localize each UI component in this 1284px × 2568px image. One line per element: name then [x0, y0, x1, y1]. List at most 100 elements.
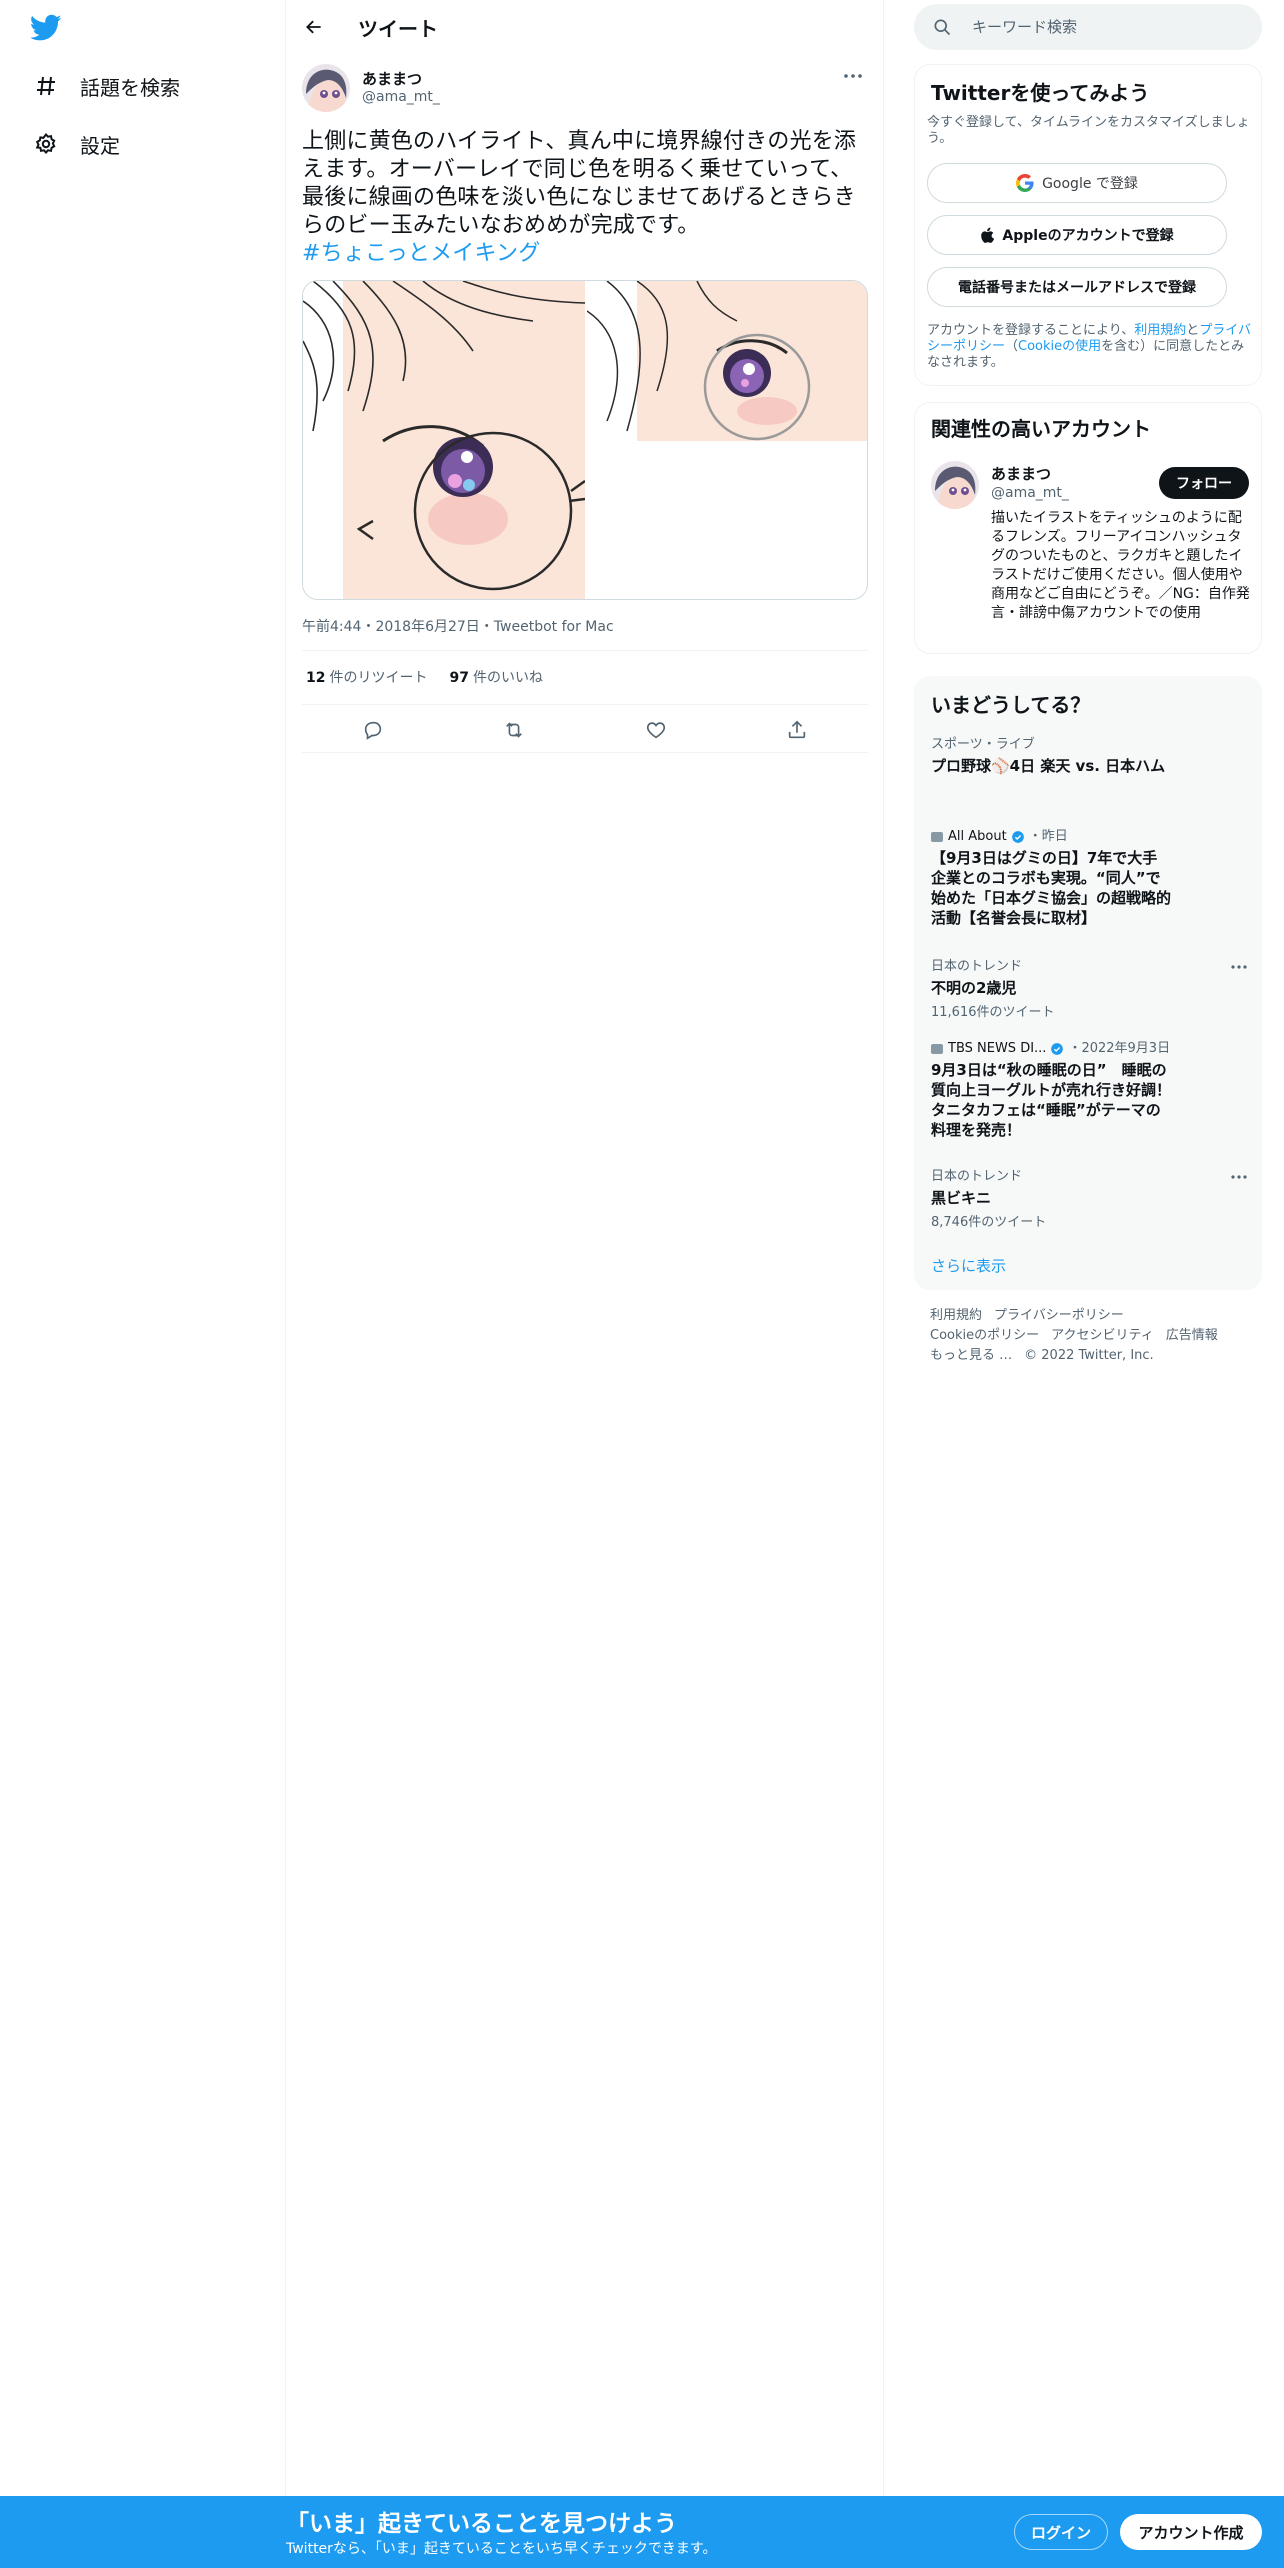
magnifier-icon [932, 17, 952, 41]
hashtag-icon [32, 72, 60, 100]
avatar[interactable] [931, 461, 979, 509]
trends-card-title: いまどうしてる？ [931, 693, 1091, 717]
login-button[interactable]: ログイン [1014, 2514, 1108, 2550]
divider [302, 650, 868, 651]
tweet-stats: 12 件のリツイート 97 件のいいね [306, 667, 543, 687]
heart-icon[interactable] [639, 713, 673, 747]
author-handle[interactable]: @ama_mt_ [362, 89, 440, 105]
news-source-icon [931, 832, 943, 842]
ellipsis-icon[interactable] [1227, 1169, 1251, 1185]
tweet-timestamp[interactable]: 午前4:44・2018年6月27日・Tweetbot for Mac [302, 616, 614, 636]
speech-bubble-icon[interactable] [356, 713, 390, 747]
trend-time: ・2022年9月3日 [1068, 1041, 1171, 1056]
footer-link-accessibility[interactable]: アクセシビリティ [1051, 1328, 1154, 1343]
verified-badge-icon [1011, 831, 1024, 843]
footer-link-more[interactable]: もっと見る … [930, 1348, 1012, 1363]
page-header: ツイート [286, 0, 884, 54]
gear-icon [32, 130, 60, 158]
likes-stat[interactable]: 97 件のいいね [449, 667, 542, 687]
trend-title: 【9月3日はグミの日】7年で大手企業とのコラボも実現。“同人”で始めた「日本グミ… [931, 849, 1172, 927]
cookie-link[interactable]: Cookieの使用 [1018, 339, 1101, 354]
banner-title: 「いま」起きていることを見つけよう [286, 2511, 677, 2537]
related-account-name[interactable]: あままつ [991, 463, 1051, 484]
related-accounts-card: 関連性の高いアカウント あままつ @ama_mt_ フォロー 描いたイラストをテ… [914, 402, 1262, 654]
footer-link-ads[interactable]: 広告情報 [1166, 1328, 1218, 1343]
footer-link-privacy[interactable]: プライバシーポリシー [994, 1308, 1124, 1323]
twitter-bird-icon[interactable] [29, 14, 66, 44]
trend-category: 日本のトレンド [931, 959, 1023, 974]
follow-button[interactable]: フォロー [1159, 467, 1249, 499]
terms-text: と [1186, 323, 1200, 338]
tweet-actions [302, 714, 868, 746]
back-button[interactable] [298, 11, 330, 43]
sidebar-item-settings[interactable]: 設定 [32, 124, 120, 164]
google-signup-button[interactable]: Google で登録 [927, 163, 1227, 203]
sidebar-item-label: 設定 [80, 133, 120, 158]
divider [302, 752, 868, 753]
footer: 利用規約 プライバシーポリシー Cookieのポリシー アクセシビリティ 広告情報 も… [930, 1306, 1250, 1366]
media-image-2[interactable] [587, 281, 867, 441]
trends-card: いまどうしてる？ スポーツ・ライブ プロ野球⚾4日 楽天 vs. 日本ハム Al… [914, 676, 1262, 1290]
related-card-title: 関連性の高いアカウント [931, 417, 1151, 441]
divider [302, 704, 868, 705]
share-icon[interactable] [780, 713, 814, 747]
trend-item[interactable]: All About ・昨日 【9月3日はグミの日】7年で大手企業とのコラボも実現。… [931, 829, 1171, 928]
hashtag-link[interactable]: #ちょこっとメイキング [302, 241, 540, 266]
tweet-text: 上側に黄色のハイライト、真ん中に境界線付きの光を添えます。オーバーレイで同じ色を… [302, 128, 872, 268]
trend-count: 8,746件のツイート [931, 1215, 1047, 1230]
google-g-icon [1016, 174, 1034, 192]
retweets-stat[interactable]: 12 件のリツイート [306, 667, 427, 687]
related-account-bio: 描いたイラストをティッシュのように配るフレンズ。フリーアイコンハッシュタグのつい… [991, 510, 1250, 621]
trend-title: 不明の2歳児 [931, 979, 1017, 997]
apple-icon [980, 227, 995, 244]
trend-item[interactable]: TBS NEWS DI... ・2022年9月3日 9月3日は“秋の睡眠の日” 睡… [931, 1041, 1187, 1140]
footer-link-terms[interactable]: 利用規約 [930, 1308, 982, 1323]
trend-category: 日本のトレンド [931, 1169, 1023, 1184]
signup-card-title: Twitterを使ってみよう [931, 81, 1150, 105]
ellipsis-icon[interactable] [839, 66, 867, 86]
trend-category: スポーツ・ライブ [931, 737, 1035, 752]
trend-source: All About ・昨日 [931, 829, 1171, 845]
trend-title: 黒ビキニ [931, 1189, 992, 1207]
google-signup-label: Google で登録 [1042, 176, 1138, 192]
trend-time: ・昨日 [1028, 829, 1068, 844]
related-account-handle[interactable]: @ama_mt_ [991, 485, 1069, 501]
trend-item[interactable]: 日本のトレンド 不明の2歳児 11,616件のツイート [931, 959, 1251, 1020]
sidebar-item-explore[interactable]: 話題を検索 [32, 66, 180, 106]
ellipsis-icon[interactable] [1227, 959, 1251, 975]
search-input[interactable] [970, 4, 1250, 50]
tweet-media [302, 280, 868, 600]
signup-card-subtitle: 今すぐ登録して、タイムラインをカスタマイズしましょう。 [927, 115, 1250, 146]
sidebar-item-label: 話題を検索 [80, 75, 180, 100]
media-image-1[interactable] [303, 281, 585, 599]
tweet-body: 上側に黄色のハイライト、真ん中に境界線付きの光を添えます。オーバーレイで同じ色を… [302, 129, 857, 238]
main-column: ツイート あままつ @ama_mt_ 上側に黄色のハイライト、真ん中に境界線付き… [286, 0, 884, 2496]
apple-signup-button[interactable]: Appleのアカウントで登録 [927, 215, 1227, 255]
page-title: ツイート [358, 17, 438, 41]
avatar[interactable] [302, 64, 350, 112]
trend-count: 11,616件のツイート [931, 1005, 1055, 1020]
retweet-icon[interactable] [497, 713, 531, 747]
verified-badge-icon [1051, 1043, 1064, 1055]
news-source-icon [931, 1044, 943, 1054]
search-box[interactable] [914, 4, 1262, 50]
trend-title: プロ野球⚾4日 楽天 vs. 日本ハム [931, 757, 1166, 775]
banner-subtitle: Twitterなら、「いま」起きていることをいち早くチェックできます。 [286, 2541, 717, 2557]
terms-link[interactable]: 利用規約 [1134, 323, 1186, 338]
apple-signup-label: Appleのアカウントで登録 [1002, 228, 1174, 244]
signup-card: Twitterを使ってみよう 今すぐ登録して、タイムラインをカスタマイズしましょ… [914, 64, 1262, 386]
footer-copyright: © 2022 Twitter, Inc. [1024, 1348, 1154, 1363]
terms-text: （ [1005, 339, 1019, 354]
author-name[interactable]: あままつ [362, 68, 422, 89]
trend-source-name: TBS NEWS DI... [948, 1041, 1047, 1056]
trend-title: 9月3日は“秋の睡眠の日” 睡眠の質向上ヨーグルトが売れ行き好調！ タニタカフェ… [931, 1061, 1187, 1139]
phone-email-signup-button[interactable]: 電話番号またはメールアドレスで登録 [927, 267, 1227, 307]
trend-item[interactable]: 日本のトレンド 黒ビキニ 8,746件のツイート [931, 1169, 1251, 1230]
terms-text: アカウントを登録することにより、 [927, 323, 1135, 338]
footer-link-cookie[interactable]: Cookieのポリシー [930, 1328, 1039, 1343]
show-more-link[interactable]: さらに表示 [931, 1255, 1006, 1276]
trend-source-name: All About [948, 829, 1007, 844]
left-sidebar: 話題を検索 設定 [0, 0, 286, 2496]
trend-item[interactable]: スポーツ・ライブ プロ野球⚾4日 楽天 vs. 日本ハム [931, 737, 1251, 776]
create-account-button[interactable]: アカウント作成 [1120, 2514, 1262, 2550]
